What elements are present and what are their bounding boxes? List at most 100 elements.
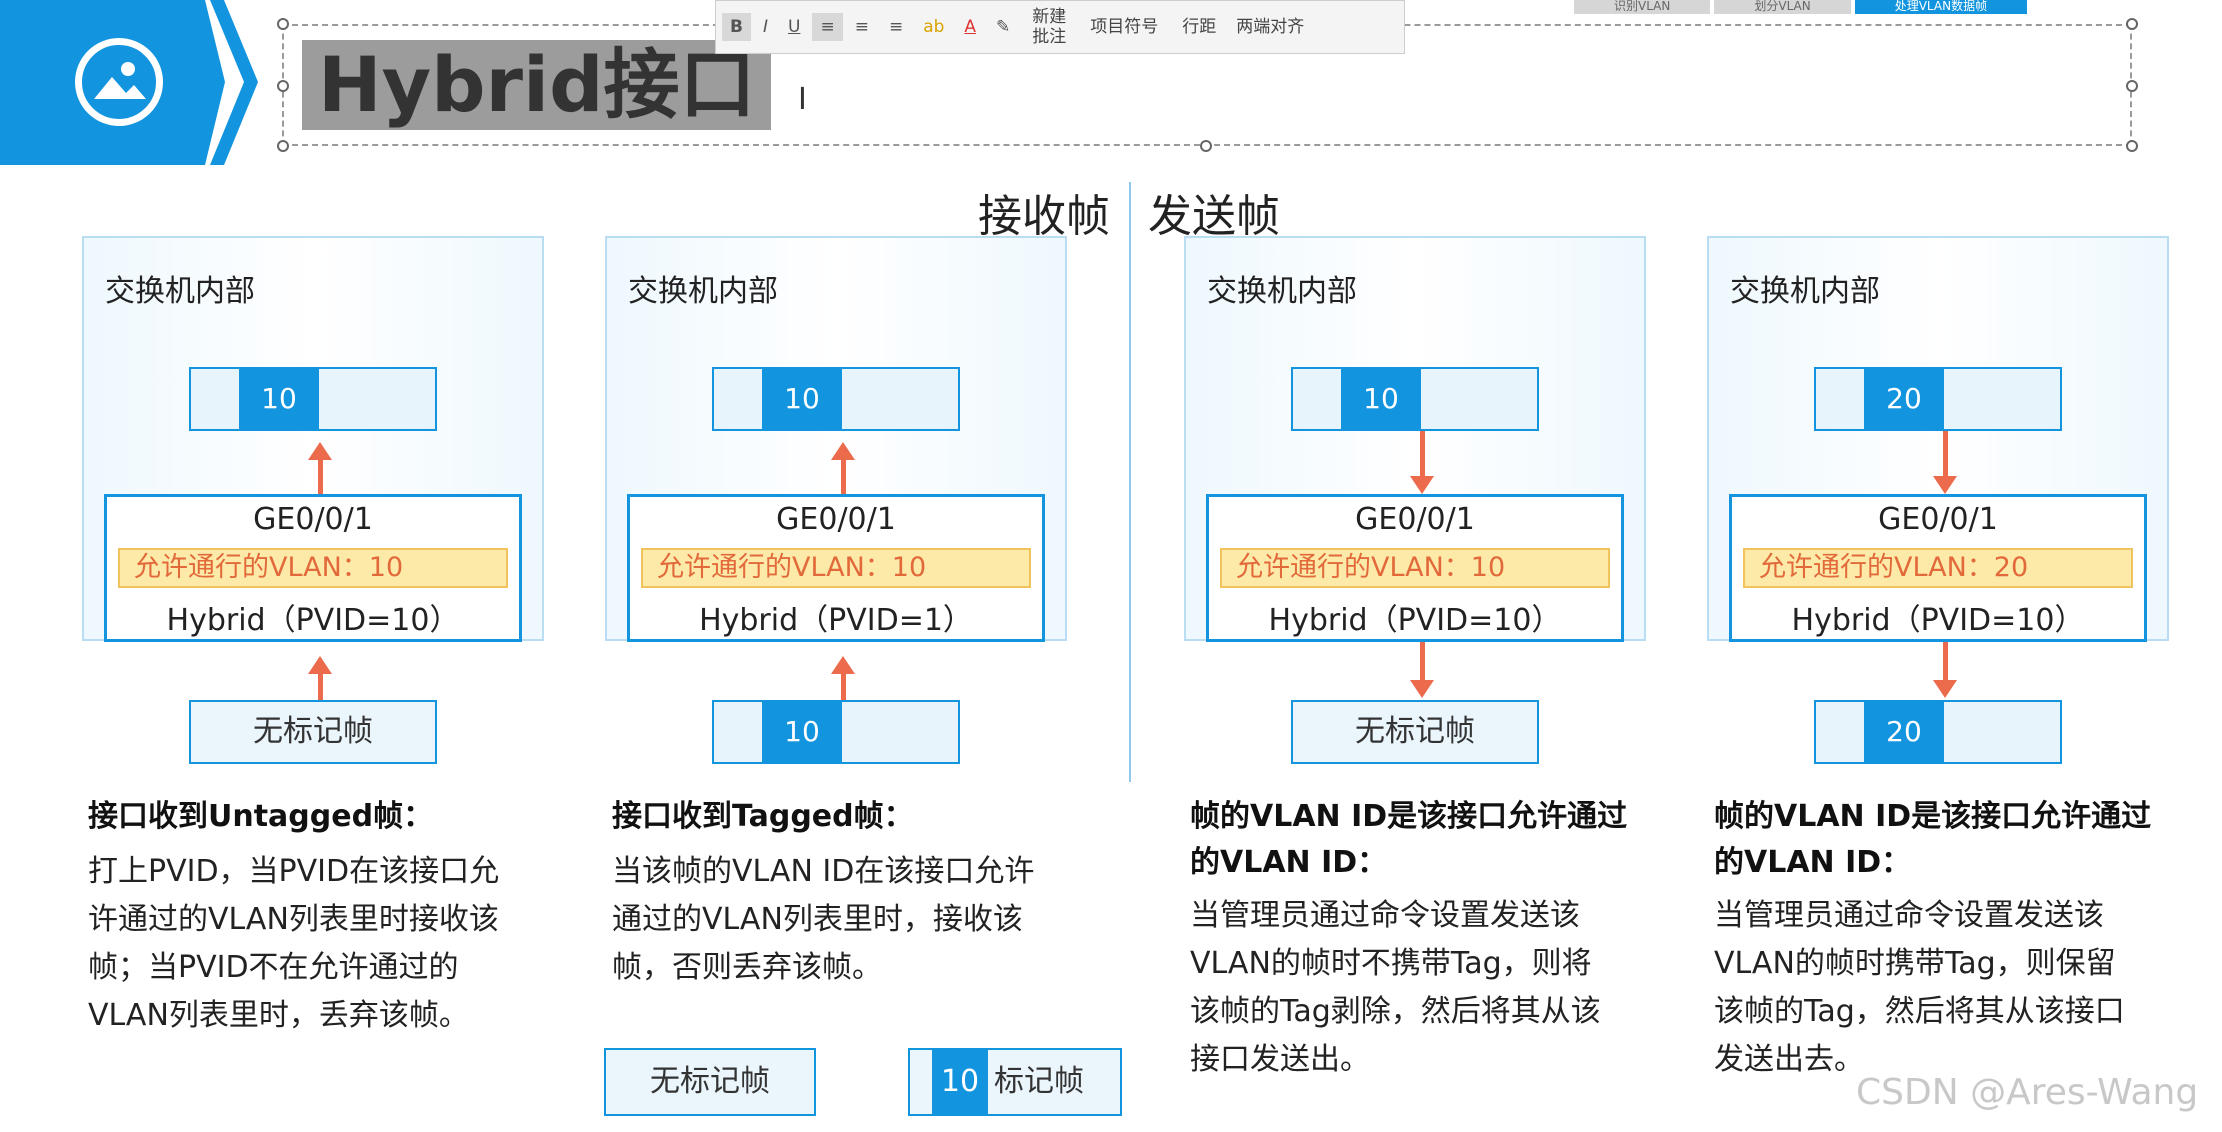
description-line: 帧；当PVID不在允许通过的 [88, 950, 459, 985]
image-icon [75, 38, 163, 126]
arrow-down-icon [1420, 431, 1425, 476]
description-line: VLAN的帧时携带Tag，则保留 [1714, 946, 2116, 981]
resize-handle[interactable] [2126, 18, 2138, 30]
underline-button[interactable]: U [780, 13, 808, 41]
comment-label: 批注 [1032, 27, 1067, 47]
breadcrumb-item-active[interactable]: 处理VLAN数据帧 [1854, 0, 2028, 14]
description-title: 接口收到Tagged帧： [612, 799, 914, 834]
port-name: GE0/0/1 [1355, 502, 1475, 537]
breadcrumb: 识别VLAN 划分VLAN 处理VLAN数据帧 [1570, 0, 2028, 14]
arrow-down-icon [1943, 431, 1948, 476]
port-mode: Hybrid（PVID=10） [166, 603, 460, 638]
legend-tag: 10 [932, 1050, 988, 1114]
arrow-down-icon [1933, 476, 1957, 494]
allowed-vlan: 允许通行的VLAN：10 [1220, 548, 1610, 588]
description-line: VLAN的帧时不携带Tag，则将 [1190, 946, 1592, 981]
description-title: 的VLAN ID： [1190, 845, 1388, 880]
legend-untagged: 无标记帧 [604, 1048, 816, 1116]
port-mode: Hybrid（PVID=10） [1268, 603, 1562, 638]
resize-handle[interactable] [2126, 140, 2138, 152]
untagged-frame: 无标记帧 [189, 700, 437, 764]
arrow-up-icon [841, 674, 846, 700]
section-divider [1129, 182, 1131, 782]
align-right-icon[interactable]: ≡ [881, 13, 911, 41]
panel-label: 交换机内部 [628, 274, 778, 309]
breadcrumb-item[interactable]: 划分VLAN [1714, 0, 1851, 14]
italic-button[interactable]: I [755, 13, 776, 41]
align-center-icon[interactable]: ≡ [847, 13, 877, 41]
resize-handle[interactable] [1200, 140, 1212, 152]
description-line: 当管理员通过命令设置发送该 [1714, 898, 2104, 933]
new-comment-label: 新建 [1032, 7, 1067, 27]
panel-label: 交换机内部 [105, 274, 255, 309]
description-title: 帧的VLAN ID是该接口允许通过 [1190, 799, 1628, 834]
allowed-vlan: 允许通行的VLAN：10 [118, 548, 508, 588]
arrow-up-icon [308, 442, 332, 460]
font-color-button[interactable]: A [956, 13, 984, 41]
arrow-up-icon [841, 460, 846, 494]
bold-button[interactable]: B [722, 13, 751, 41]
justify-button[interactable]: 两端对齐 [1236, 17, 1304, 37]
panel-label: 交换机内部 [1730, 274, 1880, 309]
highlight-icon[interactable]: ab [915, 13, 952, 41]
description-line: 许通过的VLAN列表里时接收该 [88, 902, 499, 937]
arrow-up-icon [318, 460, 323, 494]
new-comment-button[interactable]: 新建 批注 [1032, 7, 1066, 47]
bullets-button[interactable]: 项目符号 [1090, 17, 1158, 37]
description-line: 接口发送出。 [1190, 1042, 1370, 1077]
arrow-down-icon [1420, 642, 1425, 680]
description-line: VLAN列表里时，丢弃该帧。 [88, 998, 469, 1033]
arrow-up-icon [831, 442, 855, 460]
line-spacing-button[interactable]: 行距 [1182, 17, 1216, 37]
port-name: GE0/0/1 [776, 502, 896, 537]
description-line: 该帧的Tag剥除，然后将其从该 [1190, 994, 1601, 1029]
vlan-tag: 10 [1341, 367, 1421, 431]
vlan-tag: 10 [239, 367, 319, 431]
text-cursor-icon: I [798, 82, 807, 117]
arrow-up-icon [831, 656, 855, 674]
description-title: 帧的VLAN ID是该接口允许通过 [1714, 799, 2152, 834]
description-line: 当该帧的VLAN ID在该接口允许 [612, 854, 1035, 889]
description-block: 帧的VLAN ID是该接口允许通过 的VLAN ID： 当管理员通过命令设置发送… [1190, 794, 1690, 1084]
untagged-frame: 无标记帧 [1291, 700, 1539, 764]
breadcrumb-item[interactable]: 识别VLAN [1574, 0, 1711, 14]
description-block: 帧的VLAN ID是该接口允许通过 的VLAN ID： 当管理员通过命令设置发送… [1714, 794, 2214, 1084]
vlan-tag: 20 [1864, 367, 1944, 431]
description-line: 通过的VLAN列表里时，接收该 [612, 902, 1023, 937]
vlan-tag: 10 [762, 700, 842, 764]
port-mode: Hybrid（PVID=1） [699, 603, 973, 638]
receive-heading: 接收帧 [978, 191, 1110, 242]
description-line: 帧，否则丢弃该帧。 [612, 950, 882, 985]
description-line: 打上PVID，当PVID在该接口允 [88, 854, 500, 889]
arrow-up-icon [318, 674, 323, 700]
resize-handle[interactable] [2126, 80, 2138, 92]
arrow-down-icon [1410, 680, 1434, 698]
allowed-vlan: 允许通行的VLAN：10 [641, 548, 1031, 588]
resize-handle[interactable] [277, 80, 289, 92]
vlan-tag: 20 [1864, 700, 1944, 764]
port-name: GE0/0/1 [1878, 502, 1998, 537]
format-painter-icon[interactable]: ✎ [988, 13, 1018, 41]
resize-handle[interactable] [277, 18, 289, 30]
arrow-down-icon [1933, 680, 1957, 698]
mini-toolbar: B I U ≡ ≡ ≡ ab A ✎ 新建 批注 项目符号 行距 两端对齐 [715, 0, 1405, 54]
description-title: 的VLAN ID： [1714, 845, 1912, 880]
description-block: 接口收到Tagged帧： 当该帧的VLAN ID在该接口允许 通过的VLAN列表… [612, 794, 1102, 992]
allowed-vlan: 允许通行的VLAN：20 [1743, 548, 2133, 588]
watermark: CSDN @Ares-Wang [1856, 1072, 2199, 1113]
arrow-down-icon [1943, 642, 1948, 680]
align-left-icon[interactable]: ≡ [812, 13, 843, 41]
port-mode: Hybrid（PVID=10） [1791, 603, 2085, 638]
arrow-down-icon [1410, 476, 1434, 494]
port-name: GE0/0/1 [253, 502, 373, 537]
page-title[interactable]: Hybrid接口 [302, 40, 772, 130]
description-block: 接口收到Untagged帧： 打上PVID，当PVID在该接口允 许通过的VLA… [88, 794, 578, 1040]
legend-tagged-label: 标记帧 [994, 1064, 1084, 1099]
description-title: 接口收到Untagged帧： [88, 799, 434, 834]
arrow-up-icon [308, 656, 332, 674]
panel-label: 交换机内部 [1207, 274, 1357, 309]
vlan-tag: 10 [762, 367, 842, 431]
resize-handle[interactable] [277, 140, 289, 152]
send-heading: 发送帧 [1148, 191, 1280, 242]
description-line: 该帧的Tag，然后将其从该接口 [1714, 994, 2125, 1029]
